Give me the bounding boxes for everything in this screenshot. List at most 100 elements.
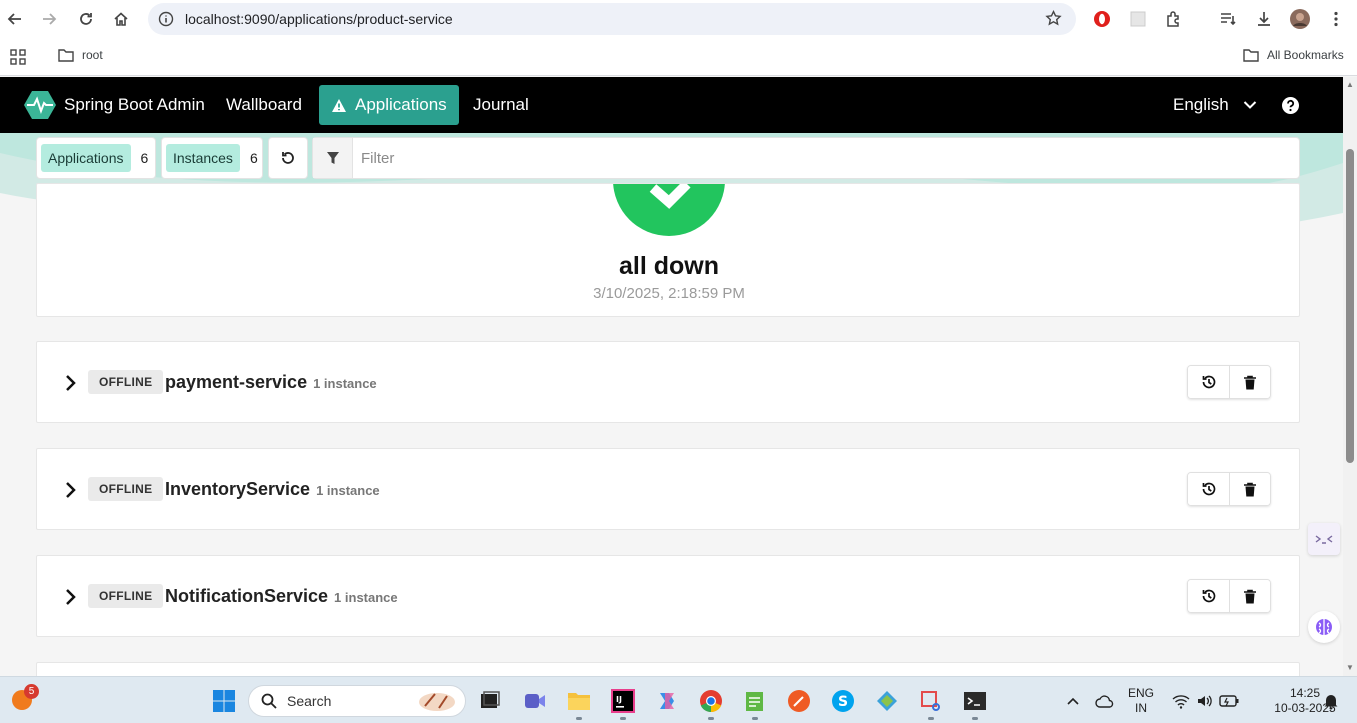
address-bar[interactable]: localhost:9090/applications/product-serv…	[148, 3, 1076, 35]
application-actions	[1187, 579, 1271, 613]
delete-button[interactable]	[1229, 473, 1270, 505]
battery-icon[interactable]	[1216, 688, 1242, 714]
taskbar-search[interactable]: Search	[248, 685, 466, 717]
windows-start-icon[interactable]	[211, 688, 237, 714]
extensions-puzzle-icon[interactable]	[1163, 8, 1185, 30]
application-card[interactable]: OFFLINE InventoryService 1 instance	[36, 448, 1300, 530]
nav-journal[interactable]: Journal	[461, 85, 541, 125]
scroll-thumb[interactable]	[1346, 149, 1354, 463]
chevron-right-icon[interactable]	[63, 371, 79, 395]
language-label: English	[1173, 95, 1229, 114]
status-badge: OFFLINE	[88, 370, 164, 394]
chevron-down-icon	[1243, 101, 1256, 109]
running-indicator	[752, 717, 758, 720]
opera-extension-icon[interactable]	[1091, 8, 1113, 30]
running-indicator	[972, 717, 978, 720]
back-icon[interactable]	[3, 7, 27, 31]
delete-button[interactable]	[1229, 366, 1270, 398]
instance-count: 1 instance	[313, 376, 377, 391]
input-language[interactable]: ENG IN	[1124, 686, 1158, 716]
search-label: Search	[287, 693, 332, 709]
apps-grid-icon[interactable]	[10, 49, 26, 70]
task-view-icon[interactable]	[477, 688, 503, 714]
refresh-button[interactable]	[268, 137, 308, 179]
filter-input[interactable]	[353, 149, 1253, 167]
delete-button[interactable]	[1229, 580, 1270, 612]
forward-icon[interactable]	[37, 7, 61, 31]
heartbeat-logo-icon	[24, 91, 56, 119]
volume-icon[interactable]	[1192, 688, 1218, 714]
applications-count-chip[interactable]: Applications 6	[36, 137, 156, 179]
bookmark-root[interactable]: root	[58, 48, 103, 62]
postman-icon[interactable]	[786, 688, 812, 714]
site-info-icon[interactable]	[158, 11, 174, 32]
nav-label: Wallboard	[226, 95, 302, 114]
windows-taskbar: 5 Search IJ S ENG IN 14:25 10-03-2025	[0, 676, 1357, 723]
copilot-icon[interactable]	[654, 688, 680, 714]
all-bookmarks[interactable]: All Bookmarks	[1243, 48, 1344, 62]
search-highlight-icon	[419, 693, 455, 711]
restart-history-button[interactable]	[1188, 366, 1229, 398]
application-card[interactable]: OFFLINE payment-service 1 instance	[36, 341, 1300, 423]
running-indicator	[708, 717, 714, 720]
notification-bell-icon[interactable]	[1318, 688, 1344, 714]
skype-icon[interactable]: S	[830, 688, 856, 714]
trash-icon	[1244, 482, 1256, 496]
folder-icon	[1243, 49, 1259, 62]
copilot-brain-icon[interactable]	[1308, 611, 1340, 643]
language-region: IN	[1135, 701, 1147, 715]
wifi-icon[interactable]	[1168, 688, 1194, 714]
teams-meet-icon[interactable]	[522, 688, 548, 714]
notification-count-badge: 5	[24, 684, 39, 699]
profile-avatar[interactable]	[1289, 8, 1311, 30]
chevron-right-icon[interactable]	[63, 585, 79, 609]
help-icon[interactable]	[1282, 97, 1299, 119]
bookmark-star-icon[interactable]	[1045, 9, 1062, 32]
application-name: NotificationService	[165, 586, 329, 606]
git-tool-icon[interactable]	[874, 688, 900, 714]
app-navbar: Spring Boot Admin Wallboard Applications…	[0, 77, 1343, 133]
application-actions	[1187, 365, 1271, 399]
application-name-row: payment-service 1 instance	[165, 372, 377, 393]
terminal-icon[interactable]	[962, 688, 988, 714]
instances-count-chip[interactable]: Instances 6	[161, 137, 263, 179]
brand[interactable]: Spring Boot Admin	[24, 90, 205, 120]
folder-icon	[58, 49, 74, 62]
browser-menu-icon[interactable]	[1325, 8, 1347, 30]
trash-icon	[1244, 589, 1256, 603]
status-summary-card: all down 3/10/2025, 2:18:59 PM	[36, 183, 1300, 317]
application-card[interactable]: OFFLINE NotificationService 1 instance	[36, 555, 1300, 637]
snipping-tool-icon[interactable]	[918, 688, 944, 714]
notepad-icon[interactable]	[742, 688, 768, 714]
trash-icon	[1244, 375, 1256, 389]
home-icon[interactable]	[109, 7, 133, 31]
scroll-up-icon[interactable]: ▲	[1346, 81, 1354, 89]
reading-list-icon[interactable]	[1217, 8, 1239, 30]
url-text: localhost:9090/applications/product-serv…	[185, 11, 453, 27]
svg-text:IJ: IJ	[616, 695, 622, 704]
scroll-down-icon[interactable]: ▼	[1346, 664, 1354, 672]
history-icon	[1202, 375, 1215, 389]
nav-applications[interactable]: Applications	[319, 85, 459, 125]
language-select[interactable]: English	[1161, 85, 1269, 125]
tray-chevron-up-icon[interactable]	[1060, 688, 1086, 714]
nav-label: Applications	[355, 95, 447, 114]
download-icon[interactable]	[1253, 8, 1275, 30]
grid-extension-icon[interactable]	[1127, 8, 1149, 30]
instances-count: 6	[249, 150, 258, 166]
page-content: Spring Boot Admin Wallboard Applications…	[0, 77, 1343, 676]
intellij-icon[interactable]: IJ	[610, 688, 636, 714]
restart-history-button[interactable]	[1188, 580, 1229, 612]
restart-history-button[interactable]	[1188, 473, 1229, 505]
nav-wallboard[interactable]: Wallboard	[214, 85, 314, 125]
bookmarks-bar: root All Bookmarks	[0, 38, 1357, 76]
reload-icon[interactable]	[74, 7, 98, 31]
file-explorer-icon[interactable]	[566, 688, 592, 714]
application-card[interactable]	[36, 662, 1300, 676]
page-scrollbar[interactable]: ▲ ▼	[1343, 77, 1357, 676]
chrome-icon[interactable]	[698, 688, 724, 714]
chevron-right-icon[interactable]	[63, 478, 79, 502]
side-panel-toggle-icon[interactable]	[1308, 523, 1340, 555]
bookmark-label: All Bookmarks	[1267, 48, 1344, 62]
onedrive-cloud-icon[interactable]	[1092, 688, 1118, 714]
